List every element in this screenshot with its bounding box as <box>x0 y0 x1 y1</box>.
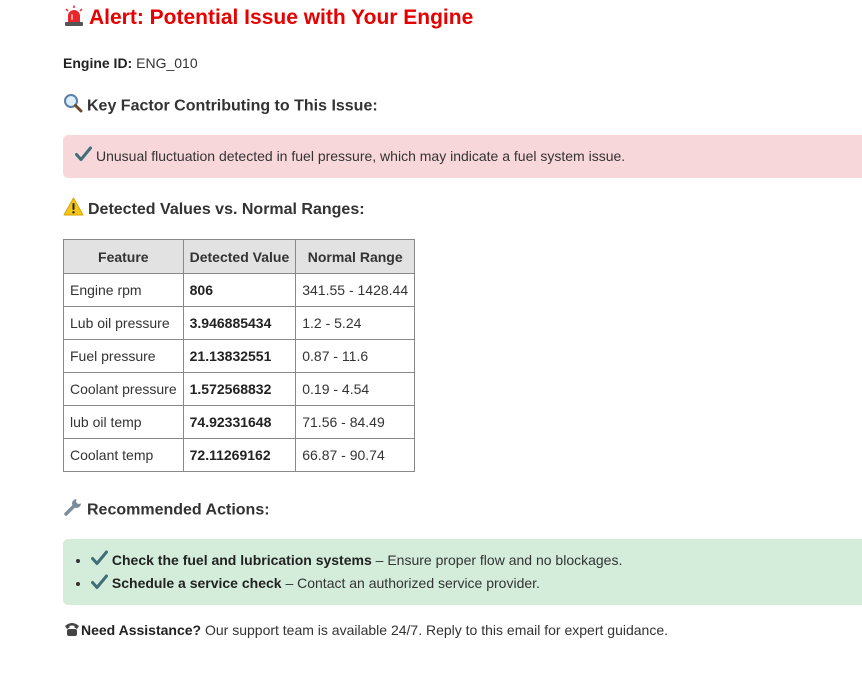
rotating-light-icon <box>63 5 85 27</box>
detected-value-cell: 72.11269162 <box>182 438 297 472</box>
feature-cell: Lub oil pressure <box>63 306 184 340</box>
alert-title: Alert: Potential Issue with Your Engine <box>63 4 473 32</box>
detected-values-heading-text: Detected Values vs. Normal Ranges: <box>88 201 365 219</box>
recommended-actions-box: Check the fuel and lubrication systems –… <box>63 539 862 605</box>
action-description: – Ensure proper flow and no blockages. <box>371 552 623 568</box>
key-factor-heading: Key Factor Contributing to This Issue: <box>63 93 378 120</box>
list-item: Check the fuel and lubrication systems –… <box>91 549 862 572</box>
table-header-row: Feature Detected Value Normal Range <box>63 239 416 274</box>
normal-range-cell: 71.56 - 84.49 <box>295 405 416 439</box>
detected-value-cell: 21.13832551 <box>182 339 297 373</box>
normal-range-cell: 341.55 - 1428.44 <box>295 273 416 307</box>
values-table: Feature Detected Value Normal Range Engi… <box>63 239 416 472</box>
column-header-detected-value: Detected Value <box>182 239 297 274</box>
feature-cell: Engine rpm <box>63 273 184 307</box>
column-header-normal-range: Normal Range <box>295 239 416 274</box>
action-title: Check the fuel and lubrication systems <box>111 552 372 568</box>
action-description: – Contact an authorized service provider… <box>281 575 540 592</box>
normal-range-cell: 66.87 - 90.74 <box>295 438 416 472</box>
normal-range-cell: 0.87 - 11.6 <box>295 339 416 373</box>
feature-cell: lub oil temp <box>63 405 184 439</box>
key-factor-box: Unusual fluctuation detected in fuel pre… <box>63 135 862 178</box>
table-row: Coolant temp 72.11269162 66.87 - 90.74 <box>63 438 416 472</box>
feature-cell: Fuel pressure <box>63 339 184 373</box>
detected-value-cell: 806 <box>182 273 297 307</box>
detected-value-cell: 74.92331648 <box>182 405 297 439</box>
column-header-feature: Feature <box>63 239 184 274</box>
table-row: Engine rpm 806 341.55 - 1428.44 <box>63 273 416 307</box>
detected-value-cell: 1.572568832 <box>182 372 297 406</box>
magnifier-icon <box>63 93 83 120</box>
action-title: Schedule a service check <box>111 575 282 592</box>
wrench-icon <box>63 497 83 524</box>
recommended-actions-heading-text: Recommended Actions: <box>87 501 270 519</box>
alert-title-text: Alert: Potential Issue with Your Engine <box>89 6 474 29</box>
detected-values-heading: Detected Values vs. Normal Ranges: <box>63 197 365 223</box>
actions-list: Check the fuel and lubrication systems –… <box>63 539 862 596</box>
assistance-text: Our support team is available 24/7. Repl… <box>201 622 669 638</box>
normal-range-cell: 0.19 - 4.54 <box>295 372 416 406</box>
warning-icon <box>63 197 84 223</box>
check-mark-icon <box>75 136 92 179</box>
table-row: Coolant pressure 1.572568832 0.19 - 4.54 <box>63 372 416 406</box>
engine-id: Engine ID: ENG_010 <box>63 54 198 72</box>
assistance-label: Need Assistance? <box>81 622 202 638</box>
table-row: Fuel pressure 21.13832551 0.87 - 11.6 <box>63 339 416 373</box>
recommended-actions-heading: Recommended Actions: <box>63 497 270 524</box>
telephone-icon <box>63 621 81 642</box>
key-factor-heading-text: Key Factor Contributing to This Issue: <box>87 97 378 115</box>
feature-cell: Coolant pressure <box>63 372 184 406</box>
table-row: lub oil temp 74.92331648 71.56 - 84.49 <box>63 405 416 439</box>
list-item: Schedule a service check – Contact an au… <box>91 572 862 595</box>
feature-cell: Coolant temp <box>63 438 184 472</box>
detected-value-cell: 3.946885434 <box>182 306 297 340</box>
key-factor-message: Unusual fluctuation detected in fuel pre… <box>96 148 626 164</box>
engine-id-value: ENG_010 <box>136 55 198 71</box>
assistance-note: Need Assistance? Our support team is ava… <box>63 620 668 642</box>
engine-id-label: Engine ID: <box>63 55 133 71</box>
check-mark-icon <box>91 574 108 596</box>
normal-range-cell: 1.2 - 5.24 <box>295 306 416 340</box>
check-mark-icon <box>91 550 108 572</box>
table-row: Lub oil pressure 3.946885434 1.2 - 5.24 <box>63 306 416 340</box>
